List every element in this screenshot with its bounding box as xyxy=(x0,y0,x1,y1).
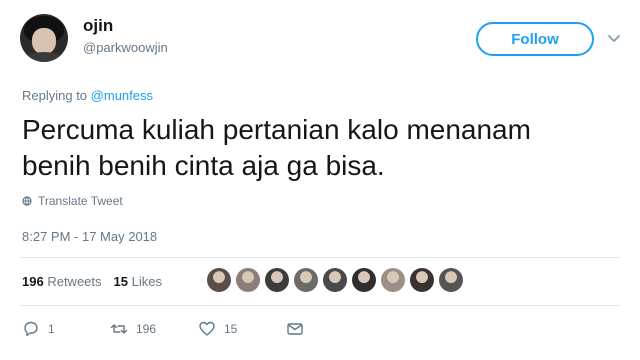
liker-avatar[interactable] xyxy=(236,268,260,292)
avatar[interactable] xyxy=(20,14,68,62)
direct-message-button[interactable] xyxy=(286,320,304,338)
follow-button[interactable]: Follow xyxy=(476,22,594,56)
retweets-stat[interactable]: 196 Retweets xyxy=(22,274,102,289)
display-name[interactable]: ojin xyxy=(83,16,113,36)
divider xyxy=(20,305,620,306)
likes-stat[interactable]: 15 Likes xyxy=(114,274,162,289)
liker-avatar[interactable] xyxy=(410,268,434,292)
translate-tweet-link[interactable]: Translate Tweet xyxy=(22,194,123,208)
tweet-timestamp[interactable]: 8:27 PM - 17 May 2018 xyxy=(22,229,157,244)
translate-label[interactable]: Translate Tweet xyxy=(38,194,123,208)
retweet-icon xyxy=(110,324,128,334)
reply-mention-link[interactable]: @munfess xyxy=(91,88,153,103)
user-handle[interactable]: @parkwoowjin xyxy=(83,40,168,55)
retweets-label: Retweets xyxy=(47,274,102,289)
reply-prefix: Replying to xyxy=(22,88,88,103)
tweet-stats: 196 Retweets 15 Likes xyxy=(22,274,162,289)
tweet-text: Percuma kuliah pertanian kalo menanam be… xyxy=(22,114,531,181)
liker-avatar[interactable] xyxy=(207,268,231,292)
message-icon xyxy=(287,323,303,335)
liker-avatar[interactable] xyxy=(265,268,289,292)
reply-button[interactable]: 1 xyxy=(22,320,55,338)
like-count: 15 xyxy=(224,322,238,336)
liker-avatars xyxy=(207,268,463,292)
reply-context: Replying to @munfess xyxy=(22,88,153,103)
retweets-count: 196 xyxy=(22,274,44,289)
heart-icon xyxy=(199,321,215,336)
liker-avatar[interactable] xyxy=(323,268,347,292)
likes-count: 15 xyxy=(113,274,128,289)
likes-label: Likes xyxy=(131,274,162,289)
retweet-count: 196 xyxy=(136,322,157,336)
liker-avatar[interactable] xyxy=(381,268,405,292)
reply-count: 1 xyxy=(48,322,55,336)
divider xyxy=(20,257,620,258)
tweet-card: ojin @parkwoowjin Follow Replying to @mu… xyxy=(0,0,640,360)
liker-avatar[interactable] xyxy=(439,268,463,292)
globe-icon xyxy=(22,196,32,206)
liker-avatar[interactable] xyxy=(352,268,376,292)
like-button[interactable]: 15 xyxy=(198,320,237,338)
retweet-button[interactable]: 196 xyxy=(110,320,156,338)
reply-icon xyxy=(24,321,38,337)
chevron-down-icon[interactable] xyxy=(606,30,622,46)
liker-avatar[interactable] xyxy=(294,268,318,292)
